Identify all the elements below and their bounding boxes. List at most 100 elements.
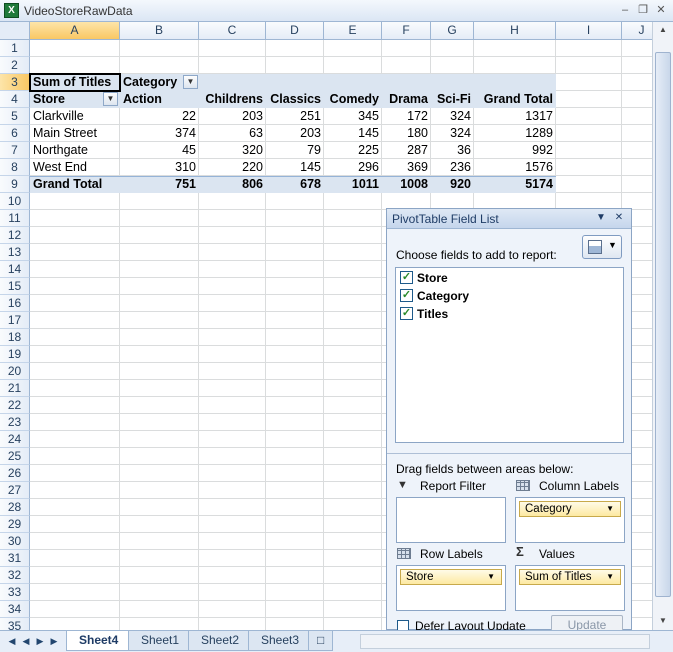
row-header[interactable]: 10	[0, 193, 30, 210]
row-header[interactable]: 2	[0, 57, 30, 74]
total-cell[interactable]: 678	[266, 176, 324, 193]
close-icon[interactable]: ✕	[654, 4, 668, 18]
sheet-tab-sheet1[interactable]: Sheet1	[128, 631, 193, 651]
value-cell[interactable]: 992	[474, 142, 556, 159]
row-header[interactable]: 18	[0, 329, 30, 346]
store-row-label[interactable]: West End	[30, 159, 120, 176]
store-filter-dropdown-icon[interactable]: ▼	[103, 92, 118, 106]
select-all-corner[interactable]	[0, 22, 30, 40]
row-header[interactable]: 15	[0, 278, 30, 295]
column-header-j[interactable]: J	[622, 22, 652, 40]
store-row-label[interactable]: Clarkville	[30, 108, 120, 125]
value-cell[interactable]: 225	[324, 142, 382, 159]
panel-header[interactable]: PivotTable Field List ▼ ✕	[387, 209, 631, 229]
values-area[interactable]: Sum of Titles ▼	[515, 565, 625, 611]
row-header[interactable]: 26	[0, 465, 30, 482]
value-cell[interactable]: 296	[324, 159, 382, 176]
total-cell[interactable]: 920	[431, 176, 474, 193]
row-header[interactable]: 34	[0, 601, 30, 618]
row-header[interactable]: 29	[0, 516, 30, 533]
column-header-i[interactable]: I	[556, 22, 622, 40]
value-cell[interactable]: 1576	[474, 159, 556, 176]
row-header[interactable]: 35	[0, 618, 30, 630]
column-header-e[interactable]: E	[324, 22, 382, 40]
value-cell[interactable]: 22	[120, 108, 199, 125]
insert-sheet-icon[interactable]: □	[308, 631, 334, 651]
column-header-c[interactable]: C	[199, 22, 266, 40]
minimize-icon[interactable]: –	[618, 4, 632, 18]
row-header[interactable]: 24	[0, 431, 30, 448]
scrollbar-thumb[interactable]	[655, 52, 671, 597]
row-header[interactable]: 6	[0, 125, 30, 142]
column-header-h[interactable]: H	[474, 22, 556, 40]
total-cell[interactable]: 1011	[324, 176, 382, 193]
row-header[interactable]: 11	[0, 210, 30, 227]
row-header[interactable]: 1	[0, 40, 30, 57]
chevron-down-icon[interactable]: ▼	[606, 570, 614, 584]
value-cell[interactable]: 79	[266, 142, 324, 159]
row-header[interactable]: 4	[0, 91, 30, 108]
total-cell[interactable]: 806	[199, 176, 266, 193]
total-cell[interactable]: 5174	[474, 176, 556, 193]
sheet-tab-sheet3[interactable]: Sheet3	[248, 631, 313, 651]
row-header[interactable]: 19	[0, 346, 30, 363]
total-cell[interactable]: 751	[120, 176, 199, 193]
row-header[interactable]: 9	[0, 176, 30, 193]
value-cell[interactable]: 287	[382, 142, 431, 159]
column-header-f[interactable]: F	[382, 22, 431, 40]
report-filter-area[interactable]	[396, 497, 506, 543]
chevron-down-icon[interactable]: ▼	[487, 570, 495, 584]
panel-splitter[interactable]	[387, 453, 631, 454]
store-row-label[interactable]: Northgate	[30, 142, 120, 159]
value-cell[interactable]: 251	[266, 108, 324, 125]
value-cell[interactable]: 236	[431, 159, 474, 176]
chevron-down-icon[interactable]: ▼	[606, 502, 614, 516]
value-cell[interactable]: 324	[431, 108, 474, 125]
row-header[interactable]: 8	[0, 159, 30, 176]
column-header-b[interactable]: B	[120, 22, 199, 40]
store-row-label[interactable]: Main Street	[30, 125, 120, 142]
value-cell[interactable]: 369	[382, 159, 431, 176]
total-cell[interactable]: 1008	[382, 176, 431, 193]
category-header-comedy[interactable]: Comedy	[324, 91, 382, 108]
horizontal-scrollbar[interactable]	[360, 634, 650, 649]
sheet-tab-sheet4[interactable]: Sheet4	[66, 631, 132, 651]
row-field-chip[interactable]: Store ▼	[400, 569, 502, 585]
excel-icon[interactable]: X	[4, 3, 19, 18]
column-labels-area[interactable]: Category ▼	[515, 497, 625, 543]
field-checkbox-store[interactable]: ✓	[400, 271, 413, 284]
first-sheet-icon[interactable]: ◀	[6, 635, 18, 647]
row-header[interactable]: 21	[0, 380, 30, 397]
vertical-scrollbar[interactable]: ▲ ▼	[652, 22, 673, 630]
row-header[interactable]: 16	[0, 295, 30, 312]
value-cell[interactable]: 310	[120, 159, 199, 176]
value-cell[interactable]: 220	[199, 159, 266, 176]
category-header-classics[interactable]: Classics	[266, 91, 324, 108]
value-cell[interactable]: 320	[199, 142, 266, 159]
row-header[interactable]: 3	[0, 74, 30, 91]
row-header[interactable]: 25	[0, 448, 30, 465]
value-cell[interactable]: 345	[324, 108, 382, 125]
row-header[interactable]: 31	[0, 550, 30, 567]
field-checkbox-titles[interactable]: ✓	[400, 307, 413, 320]
values-field-chip[interactable]: Sum of Titles ▼	[519, 569, 621, 585]
column-header-g[interactable]: G	[431, 22, 474, 40]
row-header[interactable]: 33	[0, 584, 30, 601]
value-cell[interactable]: 145	[266, 159, 324, 176]
row-header[interactable]: 28	[0, 499, 30, 516]
row-labels-area[interactable]: Store ▼	[396, 565, 506, 611]
value-cell[interactable]: 1317	[474, 108, 556, 125]
category-filter-dropdown-icon[interactable]: ▼	[183, 75, 198, 89]
value-cell[interactable]: 172	[382, 108, 431, 125]
prev-sheet-icon[interactable]: ◀	[20, 635, 32, 647]
row-header[interactable]: 30	[0, 533, 30, 550]
category-header-scifi[interactable]: Sci-Fi	[431, 91, 474, 108]
column-header-d[interactable]: D	[266, 22, 324, 40]
column-field-chip[interactable]: Category ▼	[519, 501, 621, 517]
row-header[interactable]: 32	[0, 567, 30, 584]
value-cell[interactable]: 374	[120, 125, 199, 142]
value-cell[interactable]: 324	[431, 125, 474, 142]
row-header[interactable]: 22	[0, 397, 30, 414]
category-header-childrens[interactable]: Childrens	[199, 91, 266, 108]
sheet-tab-sheet2[interactable]: Sheet2	[188, 631, 253, 651]
